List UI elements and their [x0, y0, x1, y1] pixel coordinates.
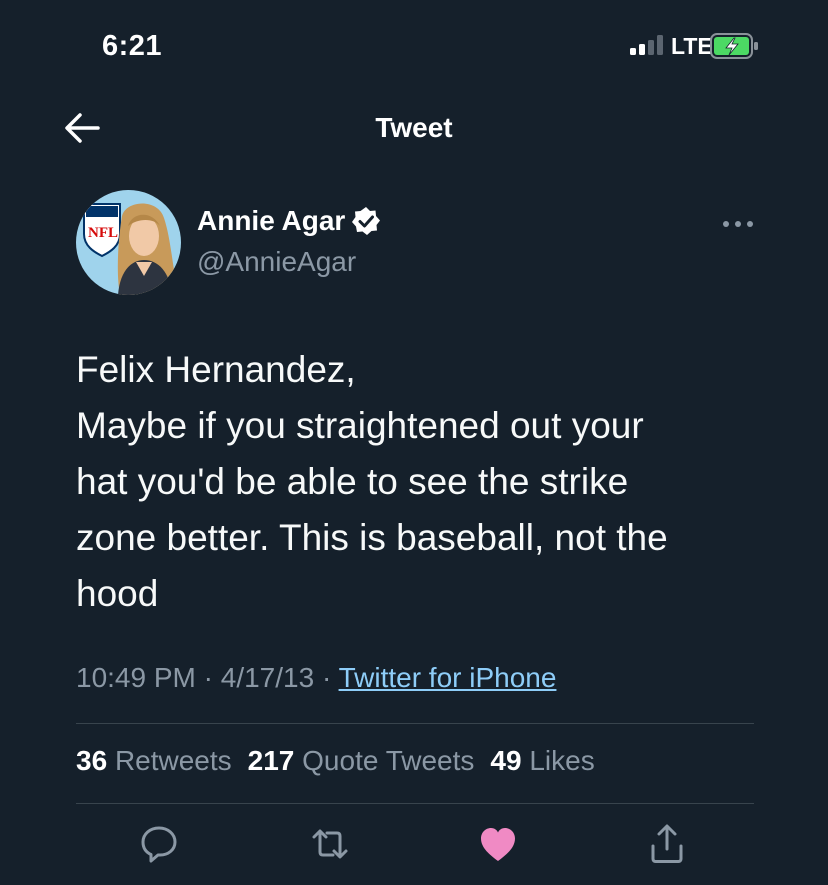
verified-badge-icon — [352, 207, 381, 235]
page-title: Tweet — [375, 112, 453, 143]
like-icon[interactable] — [476, 822, 520, 866]
divider — [76, 803, 754, 804]
tweet-text-line: hat you'd be able to see the strike — [76, 461, 629, 502]
retweets-stat[interactable]: 36 Retweets — [76, 745, 232, 777]
tweet-stats: 36 Retweets 217 Quote Tweets 49 Likes — [76, 745, 611, 777]
tweet-action-bar — [0, 822, 828, 872]
quotes-label: Quote Tweets — [302, 745, 475, 776]
nav-header: Tweet — [0, 90, 828, 170]
nfl-profile-avatar: NFL — [76, 190, 181, 295]
likes-stat[interactable]: 49 Likes — [490, 745, 594, 777]
share-icon[interactable] — [645, 822, 689, 866]
likes-label: Likes — [529, 745, 595, 776]
tweet-text-line: zone better. This is baseball, not the — [76, 517, 668, 558]
author-name: Annie Agar — [197, 205, 346, 236]
quote-tweets-stat[interactable]: 217 Quote Tweets — [248, 745, 475, 777]
more-options-icon[interactable] — [718, 212, 758, 236]
author-handle[interactable]: @AnnieAgar — [197, 246, 356, 278]
status-time: 6:21 — [102, 30, 163, 62]
network-label: LTE — [671, 33, 713, 59]
tweet-time: 10:49 PM — [76, 662, 196, 693]
tweet-detail-screen: 6:21 LTE Tweet NFL Annie Agar @AnnieAgar… — [0, 0, 828, 885]
status-bar: 6:21 LTE — [0, 0, 828, 80]
author-name-row[interactable]: Annie Agar — [197, 205, 381, 237]
retweets-label: Retweets — [114, 745, 232, 776]
likes-count: 49 — [490, 745, 530, 776]
battery-charging-icon — [710, 33, 758, 59]
tweet-meta: 10:49 PM · 4/17/13 · Twitter for iPhone — [76, 662, 556, 694]
meta-separator: · — [203, 662, 221, 693]
quotes-count: 217 — [247, 745, 303, 776]
tweet-source-link[interactable]: Twitter for iPhone — [339, 662, 557, 693]
tweet-text-line: Felix Hernandez, — [76, 349, 356, 390]
svg-text:NFL: NFL — [88, 225, 118, 241]
signal-icon — [630, 35, 663, 55]
tweet-text-line: Maybe if you straightened out your — [76, 405, 644, 446]
meta-separator: · — [321, 662, 339, 693]
tweet-text: Felix Hernandez, Maybe if you straighten… — [76, 342, 776, 622]
reply-icon[interactable] — [137, 822, 181, 866]
tweet-date: 4/17/13 — [220, 662, 315, 693]
tweet-text-line: hood — [76, 573, 159, 614]
avatar[interactable]: NFL — [76, 190, 181, 295]
retweet-icon[interactable] — [308, 822, 352, 866]
divider — [76, 723, 754, 724]
retweets-count: 36 — [76, 745, 115, 776]
